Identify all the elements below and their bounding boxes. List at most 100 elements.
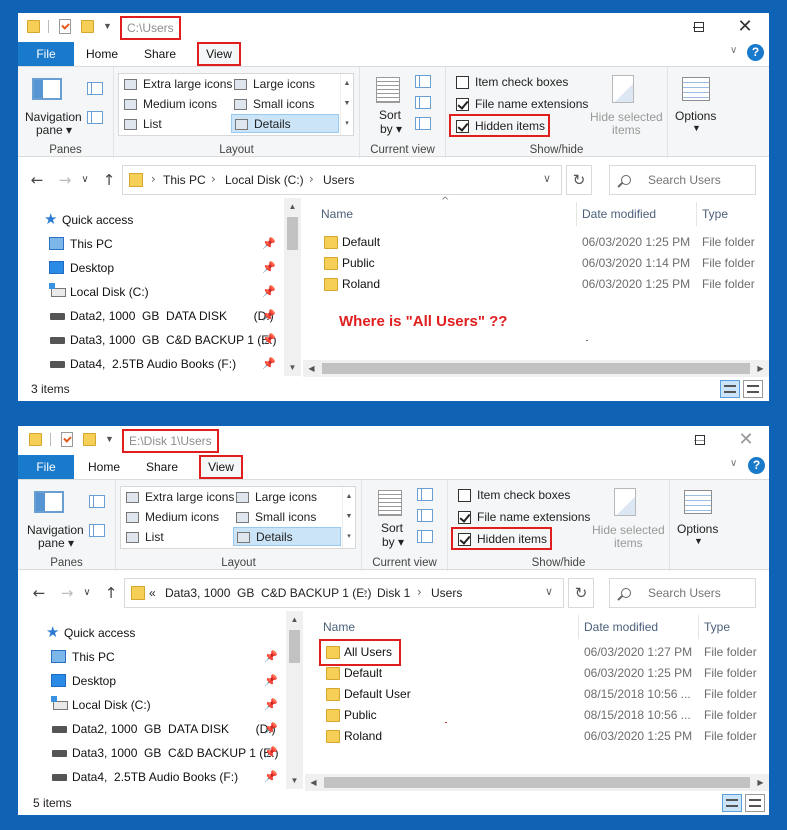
- column-header-name[interactable]: Name: [321, 202, 353, 226]
- hide-selected-label-2[interactable]: items: [612, 123, 641, 137]
- options-dropdown-icon[interactable]: ▼: [694, 536, 703, 546]
- scroll-up-icon[interactable]: ▲: [286, 611, 303, 628]
- nav-item-data4[interactable]: Data4, 2.5TB Audio Books (F:) 📌: [18, 353, 283, 375]
- up-icon[interactable]: ↑: [100, 171, 118, 189]
- column-header-name[interactable]: Name: [323, 615, 355, 639]
- scroll-left-icon[interactable]: ◀: [305, 774, 322, 791]
- options-label[interactable]: Options: [677, 522, 718, 536]
- layout-small-icons[interactable]: Small icons: [233, 508, 316, 527]
- item-check-boxes-label[interactable]: Item check boxes: [475, 75, 568, 89]
- nav-item-data3[interactable]: Data3, 1000 GB C&D BACKUP 1 (E:) 📌: [18, 742, 285, 764]
- nav-item-desktop[interactable]: Desktop 📌: [18, 670, 285, 692]
- back-icon[interactable]: ←: [30, 584, 48, 602]
- column-divider[interactable]: [578, 615, 579, 639]
- add-columns-icon[interactable]: [415, 96, 431, 109]
- hidden-items-label[interactable]: Hidden items: [475, 119, 545, 133]
- group-by-icon[interactable]: [417, 488, 433, 501]
- hidden-items-label[interactable]: Hidden items: [477, 532, 547, 546]
- layout-medium-icons[interactable]: Medium icons: [121, 95, 217, 114]
- close-button[interactable]: ✕: [723, 426, 769, 454]
- item-check-boxes-label[interactable]: Item check boxes: [477, 488, 570, 502]
- layout-gallery-scroll[interactable]: ▲ ▼ ▾: [342, 487, 355, 548]
- nav-item-data4[interactable]: Data4, 2.5TB Audio Books (F:) 📌: [18, 766, 285, 788]
- search-input[interactable]: Search Users: [609, 578, 756, 608]
- size-columns-icon[interactable]: [415, 117, 431, 130]
- column-header-date-modified[interactable]: Date modified: [584, 615, 658, 639]
- scroll-up-icon[interactable]: ▲: [284, 198, 301, 215]
- hidden-items-checkbox[interactable]: [458, 533, 471, 546]
- column-header-date-modified[interactable]: Date modified: [582, 202, 656, 226]
- file-row[interactable]: Roland 06/03/2020 1:25 PM File folder: [305, 726, 769, 747]
- forward-icon[interactable]: →: [56, 171, 74, 189]
- breadcrumb-users[interactable]: Users: [431, 586, 462, 600]
- address-bar[interactable]: « Data3, 1000 GB C&D BACKUP 1 (E:) › Dis…: [124, 578, 564, 608]
- scroll-thumb[interactable]: [287, 217, 298, 250]
- layout-list[interactable]: List: [123, 528, 164, 547]
- scroll-thumb[interactable]: [289, 630, 300, 663]
- column-header-type[interactable]: Type: [704, 615, 730, 639]
- ribbon-collapse-icon[interactable]: ∨: [730, 45, 737, 56]
- size-columns-icon[interactable]: [417, 530, 433, 543]
- properties-icon[interactable]: [59, 19, 71, 34]
- options-icon[interactable]: [684, 490, 712, 514]
- chevron-right-icon[interactable]: ›: [309, 172, 314, 186]
- scroll-thumb[interactable]: [324, 777, 750, 788]
- hide-selected-items-icon[interactable]: [612, 75, 634, 103]
- navigation-pane-scrollbar[interactable]: ▲ ▼: [284, 198, 301, 376]
- back-icon[interactable]: ←: [28, 171, 46, 189]
- add-columns-icon[interactable]: [417, 509, 433, 522]
- tab-share[interactable]: Share: [137, 42, 183, 66]
- details-view-button[interactable]: [720, 380, 740, 398]
- nav-item-desktop[interactable]: Desktop 📌: [18, 257, 283, 279]
- chevron-right-icon[interactable]: ›: [151, 172, 156, 186]
- refresh-button[interactable]: ↻: [566, 165, 592, 195]
- breadcrumb-users[interactable]: Users: [323, 173, 354, 187]
- sort-by-label-2[interactable]: by ▾: [380, 122, 402, 136]
- scroll-left-icon[interactable]: ◀: [303, 360, 320, 377]
- nav-item-this-pc[interactable]: This PC 📌: [18, 233, 283, 255]
- nav-item-data3[interactable]: Data3, 1000 GB C&D BACKUP 1 (E:) 📌: [18, 329, 283, 351]
- new-folder-icon[interactable]: [83, 433, 96, 446]
- sort-by-icon[interactable]: [376, 77, 400, 103]
- maximize-button[interactable]: [676, 13, 722, 41]
- details-pane-icon[interactable]: [87, 111, 103, 124]
- file-name-extensions-checkbox[interactable]: [456, 98, 469, 111]
- tab-share[interactable]: Share: [139, 455, 185, 479]
- file-list-horizontal-scrollbar[interactable]: ◀ ▶: [305, 774, 769, 791]
- hide-selected-label[interactable]: Hide selected: [590, 110, 663, 124]
- tab-home[interactable]: Home: [81, 42, 123, 66]
- breadcrumb-local-disk-c[interactable]: Local Disk (C:): [225, 173, 304, 187]
- item-check-boxes-checkbox[interactable]: [456, 76, 469, 89]
- navigation-pane-label-2[interactable]: pane ▾: [36, 123, 72, 137]
- options-icon[interactable]: [682, 77, 710, 101]
- address-dropdown-icon[interactable]: ∨: [543, 172, 551, 185]
- up-icon[interactable]: ↑: [102, 584, 120, 602]
- file-list-horizontal-scrollbar[interactable]: ◀ ▶: [303, 360, 769, 377]
- navigation-pane-icon[interactable]: [34, 491, 64, 513]
- navigation-pane-label[interactable]: Navigation: [25, 110, 82, 124]
- column-divider[interactable]: [576, 202, 577, 226]
- layout-details[interactable]: Details: [233, 527, 341, 546]
- hide-selected-label[interactable]: Hide selected: [592, 523, 665, 537]
- navigation-pane-icon[interactable]: [32, 78, 62, 100]
- hidden-items-checkbox[interactable]: [456, 120, 469, 133]
- large-icons-view-button[interactable]: [745, 794, 765, 812]
- help-icon[interactable]: ?: [748, 457, 765, 474]
- preview-pane-icon[interactable]: [89, 495, 105, 508]
- file-row[interactable]: Public 08/15/2018 10:56 ... File folder: [305, 705, 769, 726]
- breadcrumb-this-pc[interactable]: This PC: [163, 173, 206, 187]
- file-row[interactable]: All Users 06/03/2020 1:27 PM File folder: [305, 642, 769, 663]
- column-divider[interactable]: [698, 615, 699, 639]
- scroll-right-icon[interactable]: ▶: [752, 774, 769, 791]
- breadcrumb-disk1[interactable]: Disk 1: [377, 586, 410, 600]
- close-button[interactable]: ✕: [722, 13, 768, 41]
- layout-list[interactable]: List: [121, 115, 162, 134]
- sort-by-icon[interactable]: [378, 490, 402, 516]
- file-row[interactable]: Default User 08/15/2018 10:56 ... File f…: [305, 684, 769, 705]
- column-header-type[interactable]: Type: [702, 202, 728, 226]
- refresh-button[interactable]: ↻: [568, 578, 594, 608]
- options-label[interactable]: Options: [675, 109, 716, 123]
- recent-locations-icon[interactable]: ∨: [78, 584, 96, 602]
- details-pane-icon[interactable]: [89, 524, 105, 537]
- recent-locations-icon[interactable]: ∨: [76, 171, 94, 189]
